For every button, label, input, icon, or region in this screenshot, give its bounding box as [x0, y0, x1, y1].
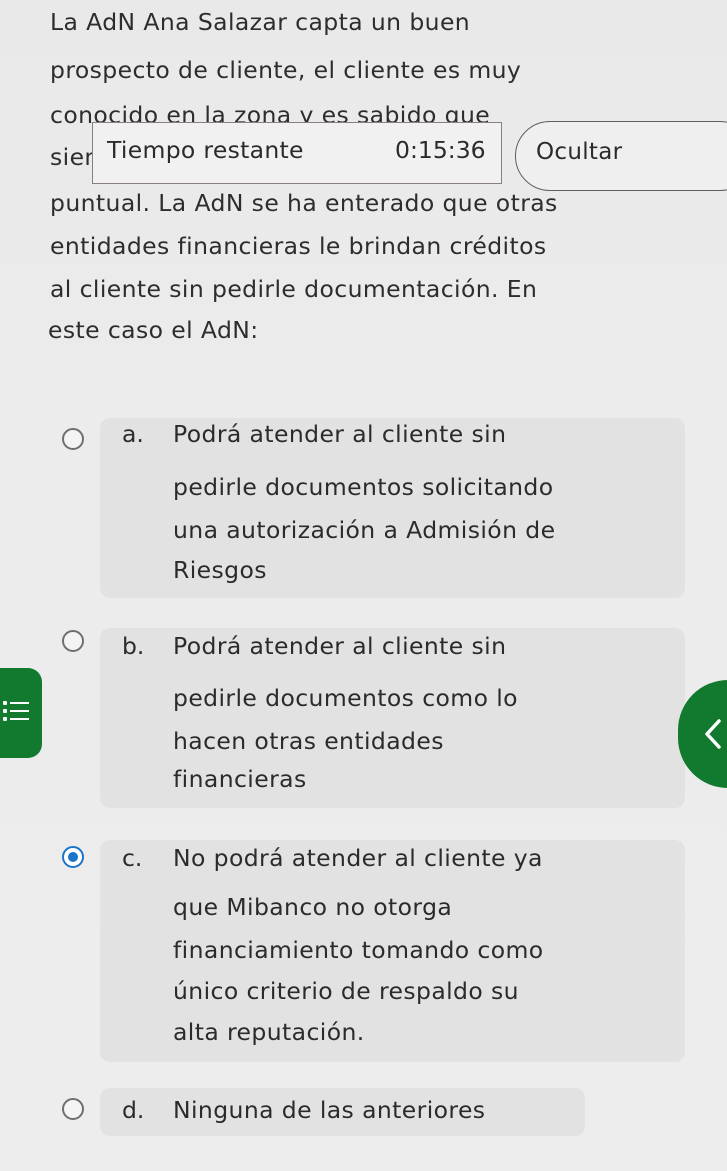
question-line: prospecto de cliente, el cliente es muy: [50, 56, 522, 84]
option-text: No podrá atender al cliente ya: [173, 844, 543, 872]
chevron-left-icon: [705, 719, 721, 749]
option-text: financiamiento tomando como: [173, 936, 544, 964]
option-text: Podrá atender al cliente sin: [173, 420, 507, 448]
option-text: que Mibanco no otorga: [173, 893, 453, 921]
radio-option-a[interactable]: [62, 428, 84, 450]
option-text: una autorización a Admisión de: [173, 516, 556, 544]
option-letter: d.: [122, 1096, 145, 1124]
question-line: entidades financieras le brindan crédito…: [50, 232, 547, 260]
option-text: pedirle documentos solicitando: [173, 473, 554, 501]
option-letter: c.: [122, 844, 143, 872]
question-line: La AdN Ana Salazar capta un buen: [50, 8, 471, 36]
option-text: hacen otras entidades: [173, 727, 444, 755]
question-line: puntual. La AdN se ha enterado que otras: [50, 189, 558, 217]
option-letter: a.: [122, 420, 144, 448]
radio-option-c[interactable]: [62, 846, 84, 868]
hide-timer-button[interactable]: Ocultar: [515, 121, 727, 191]
hide-timer-label: Ocultar: [536, 139, 623, 165]
timer-box: Tiempo restante 0:15:36: [92, 122, 502, 184]
radio-option-d[interactable]: [62, 1098, 84, 1120]
option-text: Riesgos: [173, 556, 267, 584]
option-text: Ninguna de las anteriores: [173, 1096, 486, 1124]
option-letter: b.: [122, 632, 145, 660]
list-icon: [3, 701, 29, 721]
radio-option-b[interactable]: [62, 630, 84, 652]
question-line: al cliente sin pedirle documentación. En: [50, 275, 538, 303]
option-text: pedirle documentos como lo: [173, 684, 518, 712]
option-text: único criterio de respaldo su: [173, 977, 519, 1005]
collapse-panel-button[interactable]: [678, 680, 727, 788]
timer-label: Tiempo restante: [107, 136, 304, 164]
option-text: alta reputación.: [173, 1018, 365, 1046]
timer-value: 0:15:36: [395, 136, 486, 164]
question-line: este caso el AdN:: [48, 316, 259, 344]
nav-drawer-button[interactable]: [0, 668, 42, 758]
option-text: financieras: [173, 765, 307, 793]
option-text: Podrá atender al cliente sin: [173, 632, 507, 660]
